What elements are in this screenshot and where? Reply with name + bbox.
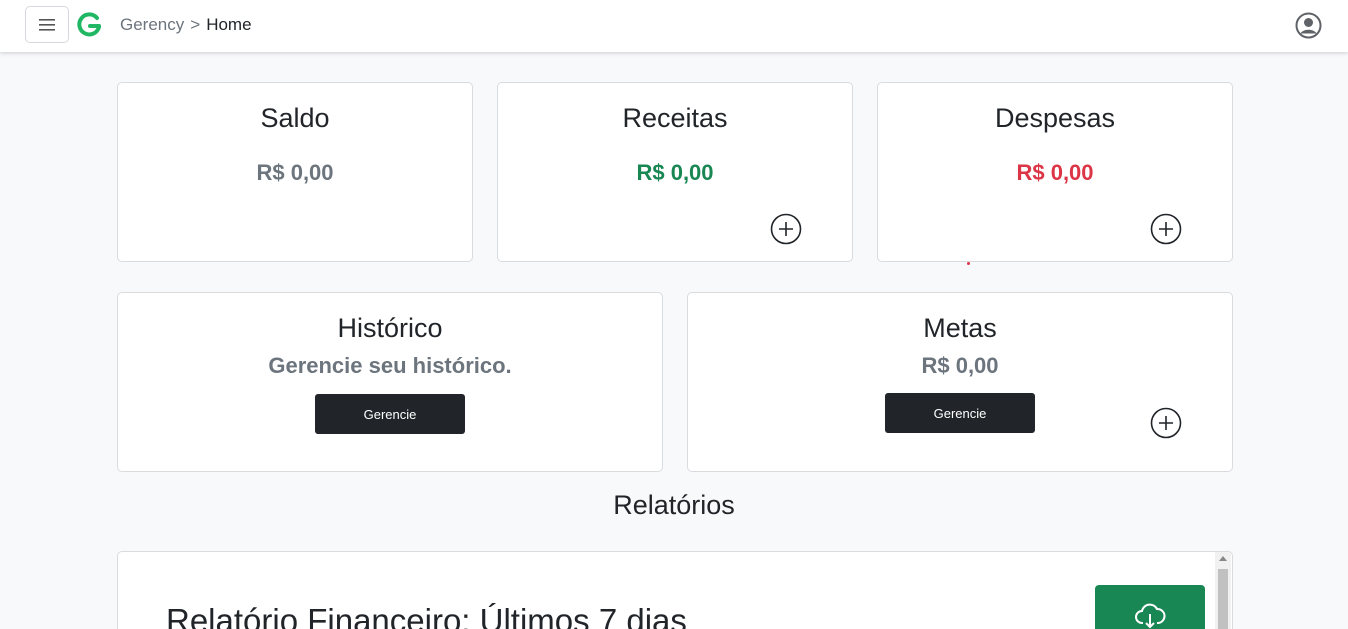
historico-title: Histórico xyxy=(337,313,443,343)
gerency-logo-icon[interactable] xyxy=(77,12,103,38)
hamburger-menu-icon xyxy=(39,18,55,31)
download-report-button[interactable] xyxy=(1095,585,1205,629)
add-meta-button[interactable] xyxy=(1150,407,1182,439)
cloud-download-icon xyxy=(1135,603,1166,629)
historico-manage-button[interactable]: Gerencie xyxy=(315,394,465,434)
saldo-value: R$ 0,00 xyxy=(256,160,334,185)
despesas-value: R$ 0,00 xyxy=(1016,160,1094,185)
metas-value: R$ 0,00 xyxy=(921,353,999,378)
relatorios-section-title: Relatórios xyxy=(613,490,735,520)
receitas-card: Receitas R$ 0,00 xyxy=(497,82,853,262)
metas-manage-button[interactable]: Gerencie xyxy=(885,393,1035,433)
saldo-title: Saldo xyxy=(260,103,330,133)
report-scrollbar[interactable] xyxy=(1215,552,1231,629)
user-circle-icon[interactable] xyxy=(1295,12,1322,39)
metas-title: Metas xyxy=(923,313,997,343)
breadcrumb-root-link[interactable]: Gerency xyxy=(120,15,184,35)
report-panel: Relatório Financeiro: Últimos 7 dias xyxy=(117,551,1233,629)
breadcrumb-current: Home xyxy=(206,15,252,34)
scroll-up-arrow-icon[interactable] xyxy=(1219,556,1227,561)
breadcrumb-separator: > xyxy=(190,15,201,34)
historico-subtitle: Gerencie seu histórico. xyxy=(268,353,512,378)
receitas-value: R$ 0,00 xyxy=(636,160,714,185)
decorative-dot xyxy=(967,262,970,265)
despesas-title: Despesas xyxy=(994,103,1116,133)
scroll-thumb[interactable] xyxy=(1218,569,1228,629)
top-navbar: Gerency > Home xyxy=(0,0,1348,52)
metas-card: Metas R$ 0,00 Gerencie xyxy=(687,292,1233,472)
add-receita-button[interactable] xyxy=(770,213,802,245)
receitas-title: Receitas xyxy=(622,103,728,133)
breadcrumb: Gerency > Home xyxy=(120,15,252,35)
despesas-card: Despesas R$ 0,00 xyxy=(877,82,1233,262)
menu-toggle-button[interactable] xyxy=(25,6,69,43)
historico-card: Histórico Gerencie seu histórico. Gerenc… xyxy=(117,292,663,472)
saldo-card: Saldo R$ 0,00 xyxy=(117,82,473,262)
report-title: Relatório Financeiro: Últimos 7 dias xyxy=(166,602,687,629)
add-despesa-button[interactable] xyxy=(1150,213,1182,245)
